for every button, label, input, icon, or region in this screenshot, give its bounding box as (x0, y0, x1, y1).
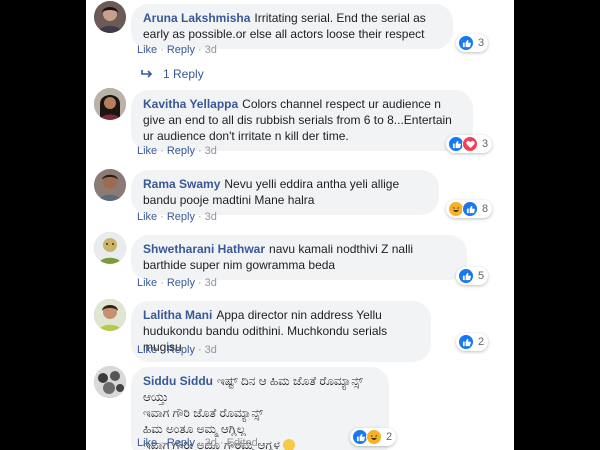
like-link[interactable]: Like (137, 344, 157, 356)
thinking-emoji-icon (283, 439, 296, 450)
avatar[interactable] (94, 88, 126, 120)
reaction-count: 3 (478, 37, 485, 49)
comment-text-line: ಇವಾಗ ಗೌರಿ ಜೊತೆ ರೊಮ್ಯಾನ್ಸ್ (143, 406, 264, 420)
comment-timestamp[interactable]: 3d (205, 211, 217, 223)
comment-actions: Like · Reply · 3d (137, 145, 217, 157)
comment-author[interactable]: Shwetharani Hathwar (143, 242, 265, 256)
reply-link[interactable]: Reply (167, 211, 195, 223)
comment-actions: Like · Reply · 3d (137, 211, 217, 223)
comment-actions: Like · Reply · 3d (137, 44, 217, 56)
reactions-summary[interactable]: 3 (456, 34, 489, 52)
like-reaction-icon (462, 201, 478, 217)
reactions-summary[interactable]: 8 (446, 200, 493, 218)
comment-author[interactable]: Rama Swamy (143, 177, 220, 191)
reaction-count: 2 (478, 336, 485, 348)
comment-timestamp[interactable]: 3d (205, 344, 217, 356)
reply-link[interactable]: Reply (167, 44, 195, 56)
like-reaction-icon (458, 334, 474, 350)
comment-bubble: Kavitha Yellappa Colors channel respect u… (131, 90, 473, 151)
comment-author[interactable]: Lalitha Mani (143, 308, 212, 322)
reply-arrow-icon (141, 70, 153, 78)
like-link[interactable]: Like (137, 211, 157, 223)
like-reaction-icon (458, 268, 474, 284)
avatar[interactable] (94, 1, 126, 33)
avatar[interactable] (94, 169, 126, 201)
comment-timestamp[interactable]: 3d (205, 145, 217, 157)
comments-panel: Aruna Lakshmisha Irritating serial. End t… (86, 0, 514, 450)
haha-reaction-icon (366, 429, 382, 445)
comment-timestamp[interactable]: 3d (205, 44, 217, 56)
reaction-count: 5 (478, 270, 485, 282)
avatar[interactable] (94, 366, 126, 398)
reply-link[interactable]: Reply (167, 277, 195, 289)
like-link[interactable]: Like (137, 44, 157, 56)
view-replies-link[interactable]: 1 Reply (141, 67, 204, 81)
like-reaction-icon (458, 35, 474, 51)
comment-text-line: ಹಿಮ ಅಂತೂ ಅಮ್ಮ ಆಗ್ಲಿಲ್ಲ (143, 422, 246, 436)
reaction-count: 8 (482, 203, 489, 215)
reply-link[interactable]: Reply (167, 437, 195, 449)
like-link[interactable]: Like (137, 437, 157, 449)
comment-bubble: Shwetharani Hathwar navu kamali nodthivi … (131, 235, 467, 280)
reply-link[interactable]: Reply (167, 344, 195, 356)
avatar[interactable] (94, 299, 126, 331)
reactions-summary[interactable]: 2 (350, 428, 397, 446)
comment-author[interactable]: Siddu Siddu (143, 374, 213, 388)
comment-timestamp[interactable]: 3d (205, 437, 217, 449)
avatar[interactable] (94, 232, 126, 264)
like-link[interactable]: Like (137, 277, 157, 289)
love-reaction-icon (462, 136, 478, 152)
reactions-summary[interactable]: 3 (446, 135, 493, 153)
edited-label[interactable]: Edited (227, 437, 258, 449)
reply-link[interactable]: Reply (167, 145, 195, 157)
comment-timestamp[interactable]: 3d (205, 277, 217, 289)
reactions-summary[interactable]: 5 (456, 267, 489, 285)
comment-bubble: Rama Swamy Nevu yelli eddira antha yeli a… (131, 170, 439, 215)
comment-actions: Like · Reply · 3d · Edited (137, 437, 258, 449)
like-link[interactable]: Like (137, 145, 157, 157)
reactions-summary[interactable]: 2 (456, 333, 489, 351)
comment-author[interactable]: Kavitha Yellappa (143, 97, 238, 111)
comment-actions: Like · Reply · 3d (137, 277, 217, 289)
reaction-count: 3 (482, 138, 489, 150)
reaction-count: 2 (386, 431, 393, 443)
comment-actions: Like · Reply · 3d (137, 344, 217, 356)
comment-author[interactable]: Aruna Lakshmisha (143, 11, 250, 25)
replies-count[interactable]: 1 Reply (163, 67, 204, 81)
